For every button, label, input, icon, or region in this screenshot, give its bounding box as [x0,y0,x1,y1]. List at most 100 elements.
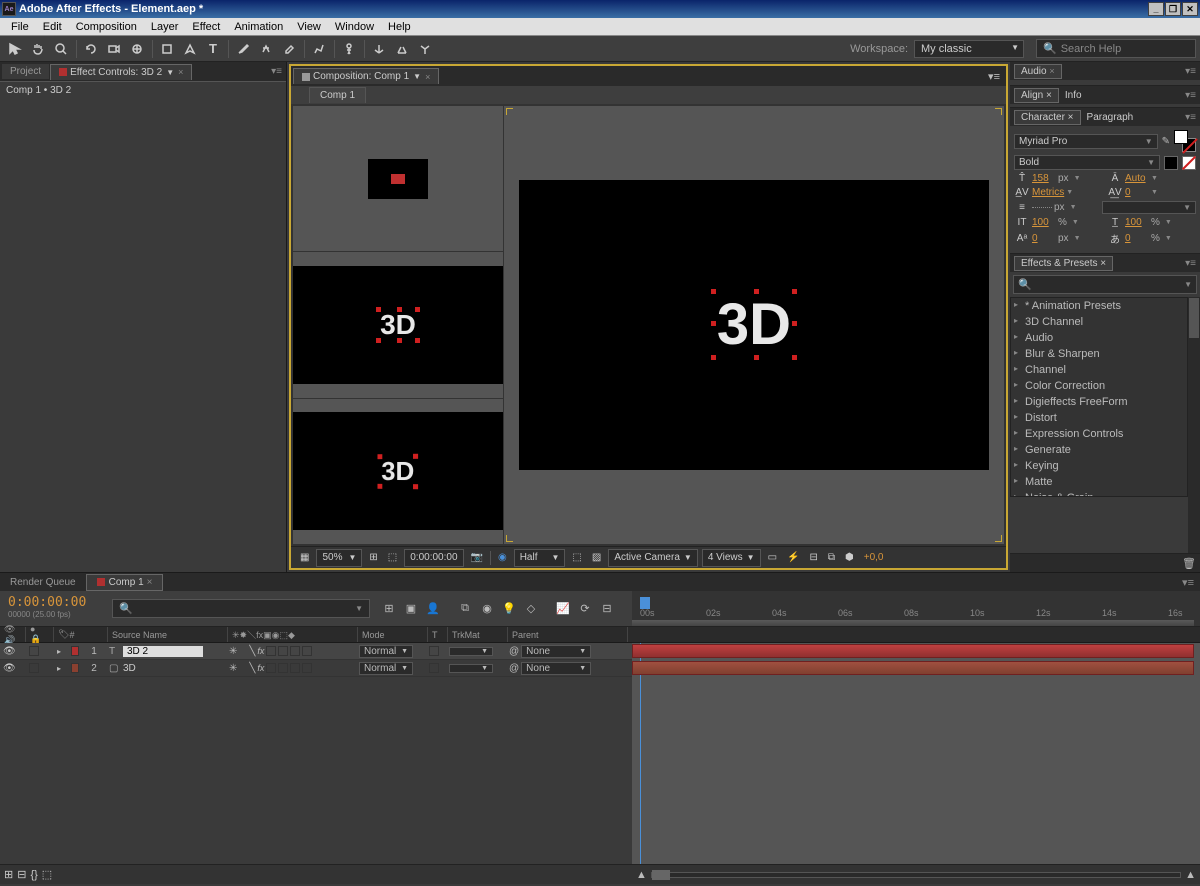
current-time[interactable]: 0:00:00:00 [404,549,463,567]
fx-category[interactable]: * Animation Presets [1011,298,1187,314]
col-av[interactable]: 👁🔊 [0,627,26,642]
close-tab-icon[interactable]: × [425,72,430,82]
col-parent[interactable]: Parent [508,627,628,642]
adjustment-switch[interactable] [290,663,300,673]
pen-tool[interactable] [179,38,201,60]
text-layer-preview[interactable]: 3D [382,456,415,487]
scrollbar[interactable] [1188,297,1200,553]
snapshot-button[interactable]: 📷 [466,549,488,567]
toggle-in-out-button[interactable]: {} [30,869,37,881]
menu-composition[interactable]: Composition [69,20,144,34]
panel-options-icon[interactable]: ▾≡ [988,70,1000,83]
motion-blur-switch[interactable] [278,646,288,656]
fx-category[interactable]: Channel [1011,362,1187,378]
preserve-transparency[interactable] [429,663,439,673]
tsume-input[interactable]: 0 [1125,233,1149,244]
timeline-button[interactable]: ⊟ [804,549,822,567]
font-size-input[interactable]: 158 [1032,173,1056,184]
layer-name-input[interactable]: 3D 2 [123,646,203,657]
live-update-button[interactable]: ⟳ [576,600,594,618]
fill-swatch[interactable] [1182,156,1196,170]
camera-tool[interactable] [103,38,125,60]
rotation-tool[interactable] [80,38,102,60]
shy-switch[interactable]: ✳ [229,663,237,674]
auto-keyframe-button[interactable]: ◇ [522,600,540,618]
layer-duration-bar[interactable] [632,661,1194,675]
clone-tool[interactable] [255,38,277,60]
shy-switch[interactable]: ✳ [229,646,237,657]
selection-tool[interactable] [4,38,26,60]
frame-blend-switch[interactable] [266,663,276,673]
workspace-select[interactable]: My classic▼ [914,40,1024,58]
3d-switch[interactable] [302,646,312,656]
brush-tool[interactable] [232,38,254,60]
resolution-select[interactable]: Half ▼ [514,549,566,567]
parent-select[interactable]: None▼ [521,645,591,658]
leading-input[interactable]: Auto [1125,173,1149,184]
minimize-button[interactable]: _ [1148,2,1164,16]
fx-category[interactable]: 3D Channel [1011,314,1187,330]
fx-category[interactable]: Matte [1011,474,1187,490]
motion-blur-switch[interactable] [278,663,288,673]
draft3d-button[interactable]: ▣ [402,600,420,618]
baseline-input[interactable]: 0 [1032,233,1056,244]
panel-options-icon[interactable]: ▾≡ [1185,66,1196,77]
flowchart-button[interactable]: ⧉ [823,549,840,567]
preserve-transparency[interactable] [429,646,439,656]
frame-blend-button[interactable]: ⧉ [456,600,474,618]
zoom-select[interactable]: 50% ▼ [316,549,362,567]
timeline-graph[interactable] [632,643,1200,864]
col-label[interactable]: 🏷 # [54,627,108,642]
local-axis-button[interactable] [368,38,390,60]
always-preview-button[interactable]: ▦ [295,549,314,567]
menu-edit[interactable]: Edit [36,20,69,34]
search-help-input[interactable]: 🔍 Search Help [1036,39,1196,58]
cti-line[interactable] [640,643,641,864]
project-tab[interactable]: Project [2,64,49,79]
trkmat-select[interactable]: ▼ [449,647,493,656]
color-swatch[interactable] [1174,130,1196,152]
type-tool[interactable]: T [202,38,224,60]
rectangle-tool[interactable] [156,38,178,60]
col-trkmat[interactable]: TrkMat [448,627,508,642]
adjustment-switch[interactable] [290,646,300,656]
toggle-switches-button[interactable]: ⊞ [4,868,13,881]
font-family-select[interactable]: Myriad Pro▼ [1014,134,1158,149]
view-top[interactable] [293,106,503,251]
close-button[interactable]: ✕ [1182,2,1198,16]
effects-list[interactable]: * Animation Presets3D ChannelAudioBlur &… [1010,297,1188,497]
pan-behind-tool[interactable] [126,38,148,60]
layer-duration-bar[interactable] [632,644,1194,658]
view-axis-button[interactable] [414,38,436,60]
paragraph-tab[interactable]: Paragraph [1081,111,1140,124]
eyedropper-icon[interactable]: ✎ [1162,136,1170,147]
world-axis-button[interactable] [391,38,413,60]
fx-category[interactable]: Keying [1011,458,1187,474]
stroke-swatch[interactable] [1164,156,1178,170]
brainstorm-button[interactable]: 💡 [500,600,518,618]
shy-button[interactable]: 👤 [424,600,442,618]
col-source-name[interactable]: Source Name [108,627,228,642]
layer-row[interactable]: 👁▸1T3D 2✳╲fxNormal▼▼@None▼ [0,643,632,660]
pixel-aspect-button[interactable]: ▭ [763,549,782,567]
menu-effect[interactable]: Effect [185,20,227,34]
flowchart-button[interactable]: ⊟ [598,600,616,618]
toggle-render-button[interactable]: ⬚ [42,868,52,881]
time-ruler[interactable]: 00s02s04s06s08s10s12s14s16s [632,591,1200,626]
exposure-value[interactable]: +0,0 [859,549,889,567]
pickwhip-icon[interactable]: @ [509,646,519,657]
panel-options-icon[interactable]: ▾≡ [1185,258,1196,269]
transparency-grid-button[interactable]: ▨ [587,549,606,567]
3d-switch[interactable] [302,663,312,673]
hscale-input[interactable]: 100 [1125,217,1149,228]
zoom-out-icon[interactable]: ▲ [636,869,647,881]
mask-toggle-button[interactable]: ⬚ [383,549,402,567]
quality-switch[interactable]: ╲ [249,663,255,674]
solo-toggle[interactable] [29,663,39,673]
panel-options-icon[interactable]: ▾≡ [1182,576,1194,589]
timeline-search-input[interactable]: 🔍▼ [112,599,370,618]
frame-blend-switch[interactable] [266,646,276,656]
comp-nav-tab[interactable]: Comp 1 [309,87,366,103]
effect-controls-tab[interactable]: Effect Controls: 3D 2▼× [50,64,192,80]
expand-arrow-icon[interactable]: ▸ [57,647,61,656]
